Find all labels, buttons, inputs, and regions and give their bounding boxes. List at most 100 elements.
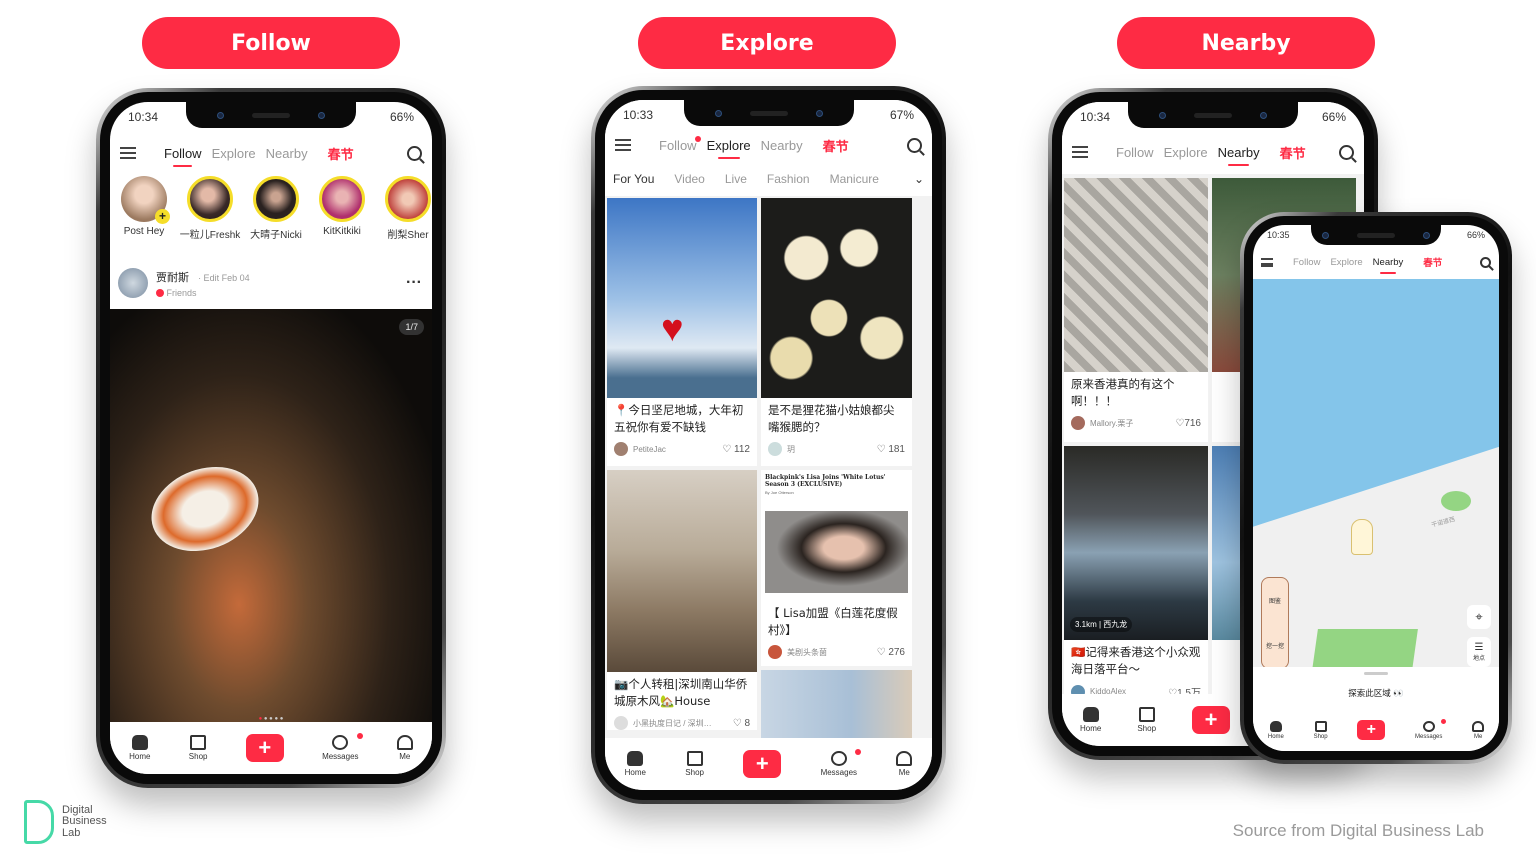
like-count: ♡716 [1175, 417, 1201, 429]
nav-home[interactable]: Home [1268, 720, 1284, 740]
channel-fashion[interactable]: Fashion [767, 172, 810, 186]
menu-icon[interactable] [1261, 257, 1273, 267]
tab-explore[interactable]: Explore [212, 146, 256, 161]
card-image: 3.1km | 西九龙 [1064, 446, 1208, 640]
locate-icon[interactable]: ⌖ [1467, 605, 1491, 629]
battery-level: 66% [389, 110, 414, 124]
feed-card[interactable]: 是不是狸花猫小姑娘都尖嘴猴腮的？ 玥 ♡ 181 [761, 198, 912, 466]
card-author: Mallory.栗子 [1090, 418, 1134, 428]
map-view[interactable]: 干诺道西 图鉴 挖一挖 ⌖ ☰ 地点 [1253, 279, 1499, 667]
menu-icon[interactable] [1072, 146, 1088, 158]
brand-name: Digital Business Lab [62, 803, 107, 839]
tab-follow[interactable]: Follow [1293, 257, 1320, 268]
avatar [385, 176, 431, 222]
create-post-button[interactable]: + [245, 734, 284, 762]
nav-messages[interactable]: Messages [1415, 718, 1447, 740]
nav-messages[interactable]: Messages [322, 733, 363, 761]
nav-me[interactable]: Me [396, 735, 413, 761]
bottom-nav: Home Shop + Messages Me [1253, 709, 1499, 751]
article-byline: By Joe Otterson [765, 490, 794, 495]
distance-badge: 3.1km | 西九龙 [1070, 617, 1133, 632]
author-avatar [768, 442, 782, 456]
search-icon[interactable] [1480, 256, 1491, 268]
menu-icon[interactable] [120, 147, 136, 159]
author-avatar [614, 716, 628, 730]
post-image[interactable]: 1/7 [110, 309, 432, 731]
nav-home[interactable]: Home [129, 735, 150, 761]
search-icon[interactable] [1339, 144, 1354, 160]
post-edited: · Edit Feb 04 [198, 272, 250, 283]
channel-video[interactable]: Video [674, 172, 704, 186]
nav-shop[interactable]: Shop [1137, 707, 1156, 733]
story-item[interactable]: 大晴子Nicki [244, 176, 308, 241]
festival-tab[interactable]: 春节 [823, 136, 849, 155]
home-icon [627, 751, 644, 766]
tab-nearby[interactable]: Nearby [1373, 257, 1403, 274]
places-list-button[interactable]: ☰ 地点 [1467, 637, 1491, 667]
drag-handle[interactable] [1364, 672, 1388, 675]
festival-tab[interactable]: 春节 [328, 144, 354, 163]
create-post-button[interactable]: + [1192, 706, 1231, 734]
story-item[interactable]: 削梨Sher [376, 176, 432, 241]
search-icon[interactable] [907, 137, 922, 153]
nav-me[interactable]: Me [1472, 720, 1485, 740]
tab-nearby[interactable]: Nearby [1218, 145, 1260, 166]
tab-follow[interactable]: Follow [659, 135, 701, 153]
festival-tab[interactable]: 春节 [1423, 255, 1442, 269]
bottom-nav: Home Shop + Messages Me [110, 722, 432, 774]
battery-level: 66% [1466, 230, 1485, 240]
card-author: PetiteJac [633, 444, 666, 454]
tab-explore[interactable]: Explore [707, 138, 751, 159]
tab-follow[interactable]: Follow [1116, 145, 1154, 160]
create-post-button[interactable]: + [1357, 720, 1386, 740]
nav-shop[interactable]: Shop [1314, 720, 1328, 740]
festival-tab[interactable]: 春节 [1280, 143, 1306, 162]
card-author: 美剧头条菌 [787, 647, 827, 657]
feed-card[interactable]: 📷个人转租|深圳南山华侨城原木风🏡House 小黑执度日记 / 深圳… ♡ 8 [607, 470, 757, 730]
home-icon [1082, 707, 1099, 722]
story-item[interactable]: 一粒儿Freshk [178, 176, 242, 241]
shop-icon [190, 735, 207, 750]
explore-area-sheet[interactable]: 探索此区域 👀 [1253, 667, 1499, 709]
nav-shop[interactable]: Shop [685, 751, 704, 777]
tab-follow[interactable]: Follow [164, 146, 202, 167]
chevron-down-icon[interactable]: ⌄ [914, 172, 924, 186]
story-item[interactable]: KitKitkiki [310, 176, 374, 241]
map-park [1441, 491, 1471, 511]
nav-me[interactable]: Me [896, 751, 913, 777]
channel-live[interactable]: Live [725, 172, 747, 186]
nearby-map-screen: 10:35 66% Follow Explore Nearby 春节 干诺道西 图… [1253, 225, 1499, 751]
channel-manicure[interactable]: Manicure [830, 172, 879, 186]
like-count: ♡ 112 [722, 443, 750, 455]
post-author[interactable]: 贾耐斯 [156, 272, 189, 284]
menu-icon[interactable] [615, 139, 631, 151]
nav-home[interactable]: Home [1080, 707, 1101, 733]
feed-card[interactable]: 3.1km | 西九龙 🇭🇰记得来香港这个小众观海日落平台～ KiddoAlex… [1064, 446, 1208, 716]
nav-shop[interactable]: Shop [189, 735, 207, 761]
avatar [253, 176, 299, 222]
collection-button[interactable]: 图鉴 [1269, 596, 1281, 605]
nav-messages[interactable]: Messages [821, 749, 862, 777]
shop-icon [1138, 707, 1155, 722]
nav-home[interactable]: Home [625, 751, 646, 777]
list-icon: ☰ [1474, 642, 1484, 653]
nearby-section-label: Nearby [1117, 17, 1375, 69]
explore-section-label: Explore [638, 17, 896, 69]
dig-button[interactable]: 挖一挖 [1266, 641, 1284, 650]
tab-explore[interactable]: Explore [1164, 145, 1208, 160]
feed-card[interactable]: 原来香港真的有这个啊！！！ Mallory.栗子 ♡716 [1064, 178, 1208, 442]
channel-for-you[interactable]: For You [613, 172, 654, 186]
search-icon[interactable] [407, 145, 422, 161]
story-item[interactable]: + Post Hey [112, 176, 176, 241]
more-options-icon[interactable]: ··· [406, 274, 422, 292]
tab-nearby[interactable]: Nearby [761, 138, 803, 153]
card-title: 是不是狸花猫小姑娘都尖嘴猴腮的？ [768, 403, 895, 434]
tab-explore[interactable]: Explore [1330, 257, 1362, 268]
tab-nearby[interactable]: Nearby [266, 146, 308, 161]
feed-card[interactable]: ♥ 📍今日坚尼地城，大年初五祝你有爱不缺钱 PetiteJac ♡ 112 [607, 198, 757, 466]
create-post-button[interactable]: + [743, 750, 782, 778]
user-location-avatar[interactable] [1351, 519, 1373, 555]
messages-icon [1422, 720, 1435, 732]
feed-card[interactable]: Blackpink's Lisa Joins 'White Lotus' Sea… [761, 470, 912, 666]
author-avatar[interactable] [118, 268, 148, 298]
